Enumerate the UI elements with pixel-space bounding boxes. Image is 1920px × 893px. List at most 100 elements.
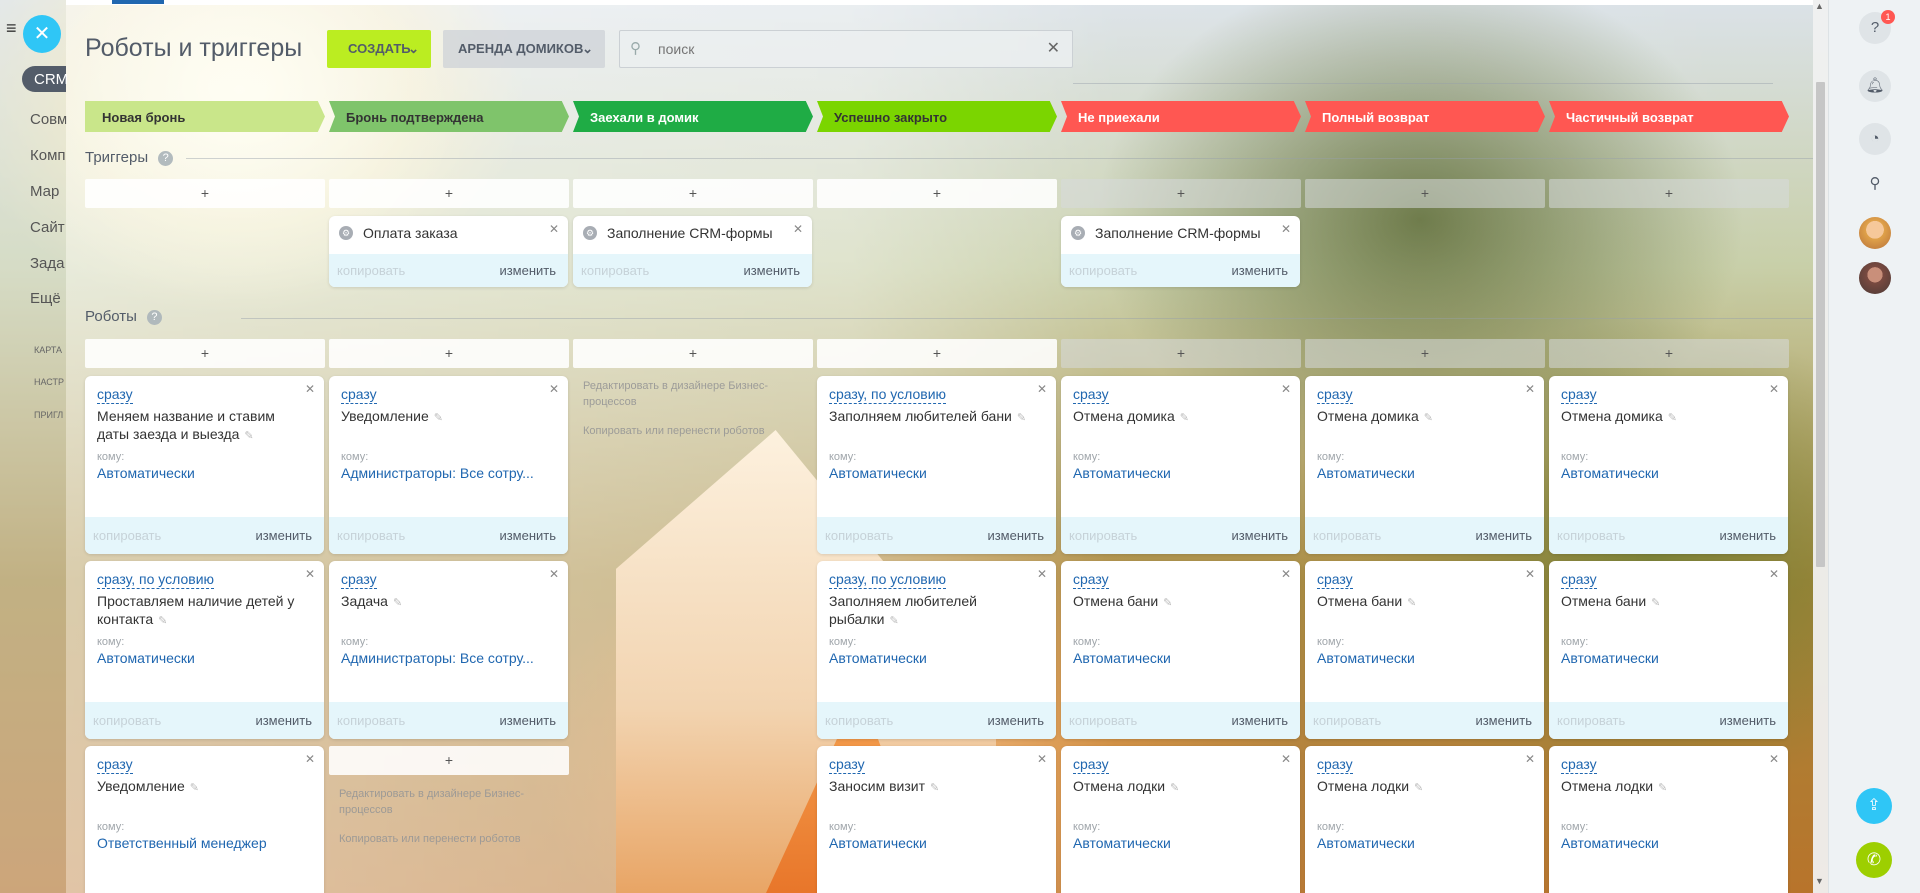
robot-responsible-link[interactable]: Администраторы: Все сотру... — [341, 465, 556, 481]
robot-responsible-link[interactable]: Автоматически — [1073, 650, 1288, 666]
left-nav-item[interactable]: Ещё — [30, 290, 61, 307]
robot-condition-link[interactable]: сразу — [1073, 756, 1109, 774]
add-trigger-button[interactable]: + — [85, 179, 325, 208]
left-nav-item[interactable]: Зада — [30, 255, 65, 272]
clear-search-icon[interactable]: ✕ — [1047, 38, 1060, 58]
robot-card[interactable]: сразу, по условию ✕ Заполняем любителей ры… — [817, 561, 1056, 739]
left-nav-item[interactable]: Комп — [30, 147, 66, 164]
copy-link[interactable]: копировать — [337, 263, 405, 278]
robot-responsible-link[interactable]: Администраторы: Все сотру... — [341, 650, 556, 666]
stage-5[interactable]: Не приехали — [1061, 101, 1301, 132]
designer-link[interactable]: Редактировать в дизайнере Бизнес-процесс… — [339, 786, 539, 818]
edit-link[interactable]: изменить — [743, 263, 800, 278]
remove-icon[interactable]: ✕ — [549, 382, 559, 396]
robot-condition-link[interactable]: сразу, по условию — [829, 386, 947, 404]
share-icon[interactable]: ⇪ — [1856, 788, 1892, 824]
robot-responsible-link[interactable]: Автоматически — [829, 650, 1044, 666]
bell-icon[interactable]: 🔔︎ — [1859, 70, 1891, 102]
add-robot-button[interactable]: + — [1305, 339, 1545, 368]
pencil-icon[interactable]: ✎ — [930, 782, 939, 794]
edit-link[interactable]: изменить — [987, 528, 1044, 543]
robot-condition-link[interactable]: сразу — [1561, 756, 1597, 774]
robot-condition-link[interactable]: сразу — [1317, 756, 1353, 774]
remove-icon[interactable]: ✕ — [1525, 567, 1535, 581]
stage-7[interactable]: Частичный возврат — [1549, 101, 1789, 132]
scroll-up-arrow[interactable]: ▲ — [1815, 1, 1824, 11]
robot-condition-link[interactable]: сразу, по условию — [829, 571, 947, 589]
robot-responsible-link[interactable]: Автоматически — [1317, 465, 1532, 481]
add-robot-button[interactable]: + — [1061, 339, 1301, 368]
robot-responsible-link[interactable]: Автоматически — [97, 465, 312, 481]
remove-icon[interactable]: ✕ — [549, 567, 559, 581]
left-nav-item[interactable]: Сайт — [30, 219, 65, 236]
pencil-icon[interactable]: ✎ — [158, 615, 167, 627]
pencil-icon[interactable]: ✎ — [1163, 597, 1172, 609]
remove-icon[interactable]: ✕ — [1281, 752, 1291, 766]
remove-icon[interactable]: ✕ — [1037, 567, 1047, 581]
edit-link[interactable]: изменить — [1719, 713, 1776, 728]
phone-icon[interactable]: ✆ — [1856, 842, 1892, 878]
copy-link[interactable]: копировать — [337, 528, 405, 543]
remove-icon[interactable]: ✕ — [793, 222, 803, 236]
add-trigger-button[interactable]: + — [1061, 179, 1301, 208]
add-robot-button[interactable]: + — [329, 339, 569, 368]
robot-condition-link[interactable]: сразу — [1073, 571, 1109, 589]
scrollbar-thumb[interactable] — [1816, 82, 1825, 567]
copy-link[interactable]: копировать — [825, 528, 893, 543]
search-icon[interactable]: ⚲ — [1859, 168, 1891, 200]
robot-card[interactable]: сразу ✕ Отмена лодки ✎ кому: Автоматически — [1061, 746, 1300, 893]
robot-card[interactable]: сразу ✕ Отмена бани ✎ кому: Автоматически копи… — [1305, 561, 1544, 739]
copy-robots-link[interactable]: Копировать или перенести роботов — [339, 831, 539, 847]
create-button[interactable]: СОЗДАТЬ ⌄ — [327, 30, 431, 68]
help-icon[interactable]: ? — [146, 310, 162, 325]
robot-responsible-link[interactable]: Автоматически — [1561, 650, 1776, 666]
pencil-icon[interactable]: ✎ — [889, 615, 898, 627]
add-trigger-button[interactable]: + — [817, 179, 1057, 208]
pipeline-select[interactable]: АРЕНДА ДОМИКОВ ⌄ — [443, 30, 605, 68]
robot-card[interactable]: сразу, по условию ✕ Проставляем наличие де… — [85, 561, 324, 739]
pencil-icon[interactable]: ✎ — [244, 430, 253, 442]
robot-condition-link[interactable]: сразу — [341, 571, 377, 589]
robot-responsible-link[interactable]: Автоматически — [829, 835, 1044, 851]
robot-condition-link[interactable]: сразу — [341, 386, 377, 404]
edit-link[interactable]: изменить — [987, 713, 1044, 728]
add-robot-button[interactable]: + — [1549, 339, 1789, 368]
robot-condition-link[interactable]: сразу — [1561, 571, 1597, 589]
robot-card[interactable]: сразу ✕ Отмена лодки ✎ кому: Автоматически — [1305, 746, 1544, 893]
robot-responsible-link[interactable]: Автоматически — [1561, 465, 1776, 481]
stage-6[interactable]: Полный возврат — [1305, 101, 1545, 132]
pencil-icon[interactable]: ✎ — [1414, 782, 1423, 794]
search-input[interactable] — [658, 39, 1038, 59]
robot-card[interactable]: сразу ✕ Уведомление ✎ кому: Администраторы: В… — [329, 376, 568, 554]
chat-icon[interactable]: ◔ — [1859, 123, 1891, 155]
remove-icon[interactable]: ✕ — [1525, 382, 1535, 396]
remove-icon[interactable]: ✕ — [549, 222, 559, 236]
add-trigger-button[interactable]: + — [1549, 179, 1789, 208]
menu-icon[interactable]: ≡ — [6, 18, 17, 39]
copy-robots-link[interactable]: Копировать или перенести роботов — [583, 423, 783, 439]
edit-link[interactable]: изменить — [499, 528, 556, 543]
edit-link[interactable]: изменить — [1231, 263, 1288, 278]
crm-nav-item[interactable]: CRM — [22, 66, 68, 92]
copy-link[interactable]: копировать — [1069, 713, 1137, 728]
copy-link[interactable]: копировать — [93, 528, 161, 543]
stage-3[interactable]: Заехали в домик — [573, 101, 813, 132]
robot-card[interactable]: сразу ✕ Отмена бани ✎ кому: Автоматически копи… — [1549, 561, 1788, 739]
robot-responsible-link[interactable]: Автоматически — [1073, 835, 1288, 851]
edit-link[interactable]: изменить — [1231, 528, 1288, 543]
robot-responsible-link[interactable]: Автоматически — [1317, 650, 1532, 666]
pencil-icon[interactable]: ✎ — [1180, 412, 1189, 424]
copy-link[interactable]: копировать — [1313, 528, 1381, 543]
robot-responsible-link[interactable]: Автоматически — [97, 650, 312, 666]
copy-link[interactable]: копировать — [1313, 713, 1381, 728]
add-robot-button[interactable]: + — [573, 339, 813, 368]
pencil-icon[interactable]: ✎ — [1668, 412, 1677, 424]
remove-icon[interactable]: ✕ — [1281, 567, 1291, 581]
search-box[interactable]: ⚲ ✕ — [619, 30, 1073, 68]
edit-link[interactable]: изменить — [1719, 528, 1776, 543]
user-avatar[interactable] — [1859, 262, 1891, 294]
robot-card[interactable]: сразу, по условию ✕ Заполняем любителей ба… — [817, 376, 1056, 554]
robot-card[interactable]: сразу ✕ Отмена домика ✎ кому: Автоматически ко… — [1549, 376, 1788, 554]
remove-icon[interactable]: ✕ — [305, 567, 315, 581]
edit-link[interactable]: изменить — [255, 528, 312, 543]
